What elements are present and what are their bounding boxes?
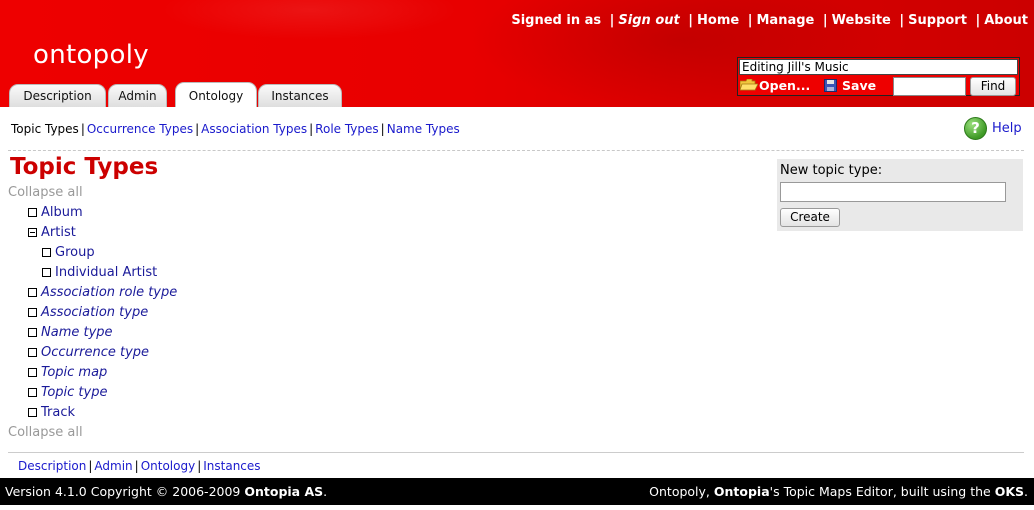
expand-toggle[interactable]	[28, 208, 37, 217]
tree-item-label[interactable]: Association type	[41, 305, 148, 320]
expand-toggle[interactable]	[28, 368, 37, 377]
bottom-navigation: Description | Admin | Ontology | Instances	[8, 452, 1024, 478]
editing-topic-map-field[interactable]: Editing Jill's Music	[739, 59, 1018, 75]
collapse-toggle[interactable]	[28, 228, 37, 237]
expand-toggle[interactable]	[28, 328, 37, 337]
subnav-role-types[interactable]: Role Types	[315, 122, 379, 136]
ontology-subnav: Topic Types | Occurrence Types | Association…	[11, 122, 460, 136]
manage-link[interactable]: Manage	[756, 13, 814, 28]
search-input[interactable]	[893, 77, 966, 96]
expand-toggle[interactable]	[28, 348, 37, 357]
create-button[interactable]: Create	[780, 208, 840, 227]
tab-description[interactable]: Description	[9, 84, 106, 107]
tree-item-label[interactable]: Group	[55, 245, 95, 260]
expand-toggle[interactable]	[42, 268, 51, 277]
page-title: Topic Types	[10, 154, 159, 180]
app-logo[interactable]: ontopoly	[33, 40, 149, 70]
tab-ontology[interactable]: Ontology	[175, 82, 257, 107]
footer-credits: Ontopoly, Ontopia's Topic Maps Editor, b…	[649, 484, 1028, 499]
tree-item-label[interactable]: Topic type	[41, 385, 107, 400]
bottom-link-description[interactable]: Description	[18, 459, 86, 473]
tree-item-label[interactable]: Occurrence type	[41, 345, 149, 360]
save-button[interactable]: Save	[824, 78, 876, 94]
find-button[interactable]: Find	[970, 77, 1016, 96]
expand-toggle[interactable]	[28, 408, 37, 417]
top-navigation: Signed in as | Sign out | Home | Manage | We…	[511, 13, 1028, 28]
footer-company: Ontopia AS	[244, 484, 324, 499]
tab-admin[interactable]: Admin	[108, 84, 167, 107]
save-label: Save	[842, 78, 877, 93]
bottom-link-admin[interactable]: Admin	[94, 459, 132, 473]
subnav-occurrence-types[interactable]: Occurrence Types	[87, 122, 193, 136]
tree-item-label[interactable]: Name type	[41, 325, 113, 340]
subnav-name-types[interactable]: Name Types	[387, 122, 460, 136]
folder-icon	[740, 79, 758, 91]
help-icon: ?	[964, 117, 987, 140]
tree-item-label[interactable]: Topic map	[41, 365, 107, 380]
new-topic-type-label: New topic type:	[780, 163, 883, 178]
bottom-link-instances[interactable]: Instances	[203, 459, 260, 473]
subnav-association-types[interactable]: Association Types	[201, 122, 307, 136]
sign-out-link[interactable]: Sign out	[618, 13, 679, 28]
tree-item-label[interactable]: Individual Artist	[55, 265, 157, 280]
expand-toggle[interactable]	[28, 388, 37, 397]
footer: Version 4.1.0 Copyright © 2006-2009 Onto…	[0, 478, 1034, 505]
tree-item-label[interactable]: Association role type	[41, 285, 177, 300]
website-link[interactable]: Website	[832, 13, 891, 28]
about-link[interactable]: About	[984, 13, 1028, 28]
collapse-all-bottom[interactable]: Collapse all	[8, 425, 83, 440]
header: ontopoly Signed in as | Sign out | Home | M…	[0, 0, 1034, 107]
expand-toggle[interactable]	[28, 288, 37, 297]
topic-map-toolbar: Editing Jill's Music Open... Save Find	[737, 57, 1020, 96]
support-link[interactable]: Support	[908, 13, 967, 28]
floppy-disk-icon	[824, 79, 837, 92]
subnav-topic-types[interactable]: Topic Types	[11, 122, 79, 136]
bottom-link-ontology[interactable]: Ontology	[141, 459, 196, 473]
tree-item-label[interactable]: Track	[41, 405, 75, 420]
divider	[8, 150, 1024, 151]
footer-copyright: Version 4.1.0 Copyright © 2006-2009 Onto…	[5, 484, 328, 499]
new-topic-type-input[interactable]	[780, 182, 1006, 202]
expand-toggle[interactable]	[42, 248, 51, 257]
open-button[interactable]: Open...	[740, 78, 810, 94]
collapse-all-top[interactable]: Collapse all	[8, 185, 83, 200]
home-link[interactable]: Home	[697, 13, 739, 28]
help-label: Help	[992, 121, 1022, 136]
signed-in-label: Signed in as	[511, 13, 602, 28]
open-label: Open...	[759, 78, 811, 93]
new-topic-type-panel: New topic type: Create	[777, 159, 1023, 231]
tab-instances[interactable]: Instances	[258, 84, 342, 107]
tree-item-label[interactable]: Album	[41, 205, 83, 220]
tree-item-label[interactable]: Artist	[41, 225, 76, 240]
expand-toggle[interactable]	[28, 308, 37, 317]
